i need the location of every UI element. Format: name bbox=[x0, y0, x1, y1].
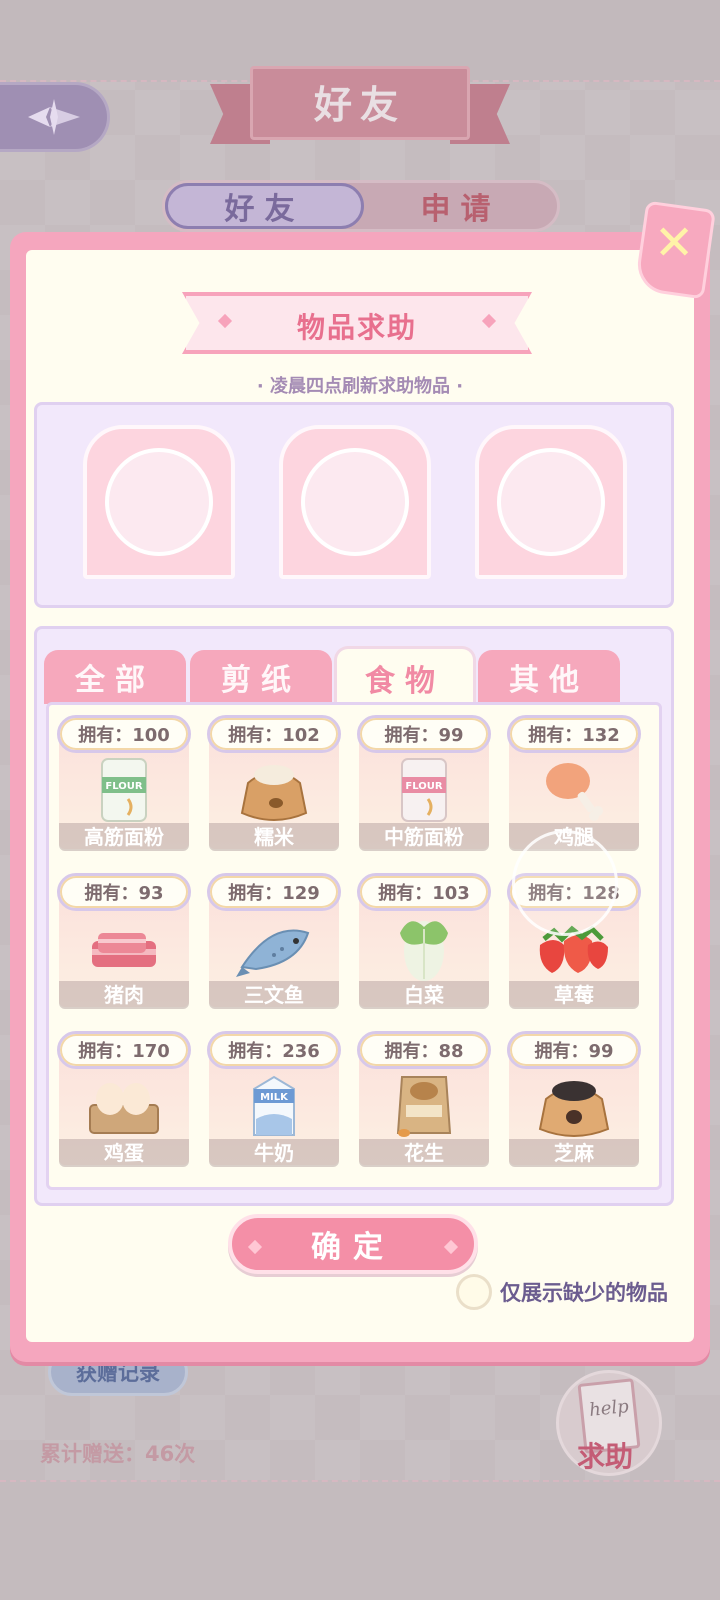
item-card[interactable]: MILK 拥有：236 牛奶 bbox=[207, 1031, 341, 1167]
filter-label: 仅展示缺少的物品 bbox=[500, 1281, 668, 1305]
back-button[interactable] bbox=[0, 82, 110, 152]
item-name: 草莓 bbox=[509, 981, 639, 1009]
help-slot[interactable] bbox=[279, 425, 431, 579]
item-name: 牛奶 bbox=[209, 1139, 339, 1167]
empty-slot-icon bbox=[105, 448, 213, 556]
item-name: 花生 bbox=[359, 1139, 489, 1167]
item-name: 芝麻 bbox=[509, 1139, 639, 1167]
item-name: 猪肉 bbox=[59, 981, 189, 1009]
milk-carton-icon: MILK bbox=[234, 1069, 314, 1141]
filter-checkbox[interactable] bbox=[456, 1274, 492, 1310]
dialog-title-banner: 物品求助 bbox=[182, 292, 532, 354]
owned-count: 拥有：236 bbox=[207, 1031, 341, 1069]
svg-text:FLOUR: FLOUR bbox=[405, 781, 442, 792]
close-icon: ✕ bbox=[654, 215, 695, 271]
item-name: 鸡蛋 bbox=[59, 1139, 189, 1167]
tab-papercut[interactable]: 剪纸 bbox=[190, 650, 332, 704]
tab-other[interactable]: 其他 bbox=[478, 650, 620, 704]
item-card[interactable]: 拥有：102 糯米 bbox=[207, 715, 341, 851]
owned-count: 拥有：102 bbox=[207, 715, 341, 753]
close-button[interactable]: ✕ bbox=[634, 200, 716, 300]
item-card[interactable]: FLOUR 拥有：99 中筋面粉 bbox=[357, 715, 491, 851]
chicken-leg-icon bbox=[534, 753, 614, 825]
tab-friends[interactable]: 好友 bbox=[165, 183, 364, 229]
peanut-bag-icon bbox=[384, 1069, 464, 1141]
dialog-title: 物品求助 bbox=[296, 311, 417, 344]
salmon-icon bbox=[234, 911, 314, 983]
owned-count: 拥有：170 bbox=[57, 1031, 191, 1069]
touch-indicator bbox=[512, 830, 618, 936]
friends-tab-bar: 好友 申请 bbox=[162, 180, 560, 232]
item-name: 高筋面粉 bbox=[59, 823, 189, 851]
item-card[interactable]: FLOUR 拥有：100 高筋面粉 bbox=[57, 715, 191, 851]
svg-text:MILK: MILK bbox=[260, 1092, 289, 1103]
item-card[interactable]: 拥有：170 鸡蛋 bbox=[57, 1031, 191, 1167]
owned-count: 拥有：99 bbox=[357, 715, 491, 753]
item-name: 三文鱼 bbox=[209, 981, 339, 1009]
tab-food[interactable]: 食物 bbox=[334, 646, 476, 706]
flour-bag-green-icon: FLOUR bbox=[84, 753, 164, 825]
svg-text:FLOUR: FLOUR bbox=[105, 781, 142, 792]
owned-count: 拥有：93 bbox=[57, 873, 191, 911]
help-label: 求助 bbox=[577, 1440, 634, 1473]
help-request-button[interactable]: help 求助 bbox=[556, 1370, 662, 1476]
gift-total-text: 累计赠送：46次 bbox=[40, 1442, 196, 1466]
owned-count: 拥有：132 bbox=[507, 715, 641, 753]
refresh-hint: · 凌晨四点刷新求助物品 · bbox=[256, 376, 464, 397]
empty-slot-icon bbox=[301, 448, 409, 556]
item-card[interactable]: 拥有：88 花生 bbox=[357, 1031, 491, 1167]
owned-count: 拥有：100 bbox=[57, 715, 191, 753]
item-grid: FLOUR 拥有：100 高筋面粉 拥有：102 糯米 FLOUR 拥有：99 中筋面粉 拥有：… bbox=[46, 702, 662, 1190]
help-slot[interactable] bbox=[475, 425, 627, 579]
eggs-icon bbox=[84, 1069, 164, 1141]
rice-sack-icon bbox=[234, 753, 314, 825]
footer-band bbox=[0, 1480, 720, 1600]
filter-missing-toggle[interactable]: 仅展示缺少的物品 bbox=[456, 1274, 668, 1310]
cabbage-icon bbox=[384, 911, 464, 983]
back-arrow-icon bbox=[27, 99, 80, 135]
confirm-button[interactable]: 确定 bbox=[228, 1214, 478, 1274]
pork-icon bbox=[84, 911, 164, 983]
item-name: 糯米 bbox=[209, 823, 339, 851]
owned-count: 拥有：99 bbox=[507, 1031, 641, 1069]
owned-count: 拥有：129 bbox=[207, 873, 341, 911]
confirm-label: 确定 bbox=[311, 1230, 395, 1265]
tab-all[interactable]: 全部 bbox=[44, 650, 186, 704]
flour-bag-pink-icon: FLOUR bbox=[384, 753, 464, 825]
page-title: 好友 bbox=[313, 83, 406, 127]
item-card[interactable]: 拥有：99 芝麻 bbox=[507, 1031, 641, 1167]
empty-slot-icon bbox=[497, 448, 605, 556]
item-card[interactable]: 拥有：129 三文鱼 bbox=[207, 873, 341, 1009]
item-name: 中筋面粉 bbox=[359, 823, 489, 851]
page-title-ribbon: 好友 bbox=[210, 66, 510, 154]
item-name: 白菜 bbox=[359, 981, 489, 1009]
tab-requests[interactable]: 申请 bbox=[364, 183, 557, 229]
item-card[interactable]: 拥有：93 猪肉 bbox=[57, 873, 191, 1009]
owned-count: 拥有：88 bbox=[357, 1031, 491, 1069]
sesame-sack-icon bbox=[534, 1069, 614, 1141]
help-slot[interactable] bbox=[83, 425, 235, 579]
item-card[interactable]: 拥有：103 白菜 bbox=[357, 873, 491, 1009]
owned-count: 拥有：103 bbox=[357, 873, 491, 911]
help-slots-panel bbox=[34, 402, 674, 608]
